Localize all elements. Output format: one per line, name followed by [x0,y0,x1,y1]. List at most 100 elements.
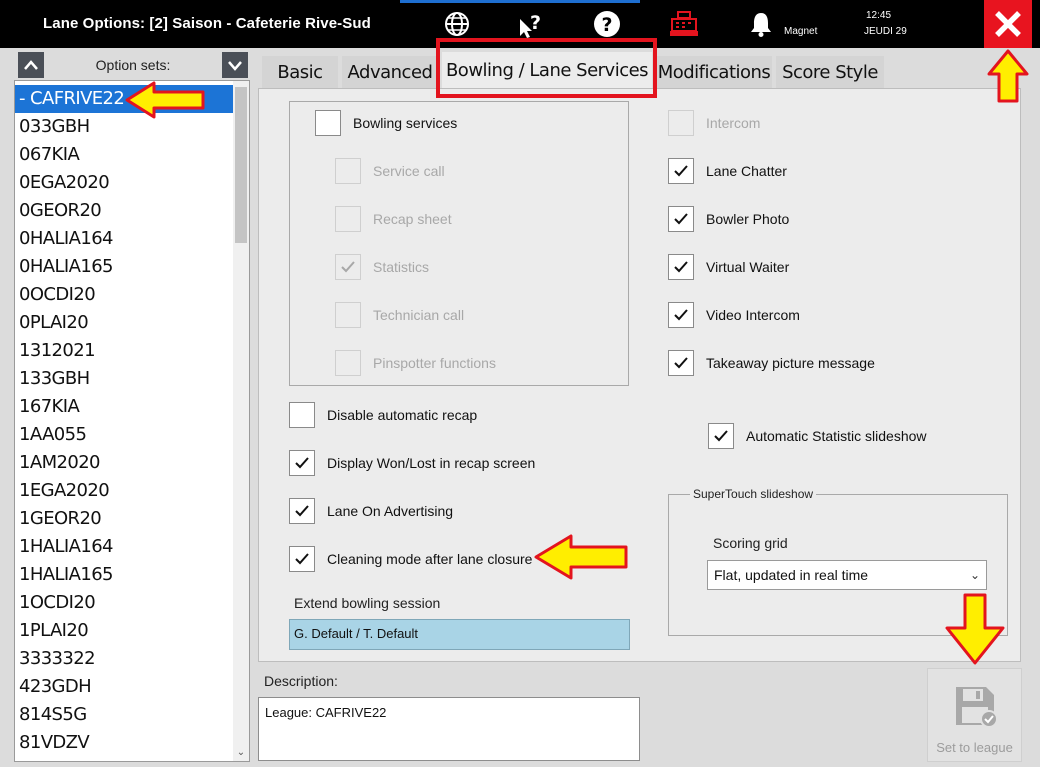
option-set-item[interactable]: 0HALIA165 [15,253,233,281]
disable-auto-recap-label: Disable automatic recap [327,407,478,423]
virtual-waiter-label: Virtual Waiter [706,259,790,275]
list-scrollbar[interactable]: ⌄ [233,81,249,761]
window-title: Lane Options: [2] Saison - Cafeterie Riv… [43,15,371,32]
display-won-lost-checkbox[interactable] [289,450,315,476]
auto-stat-slideshow-checkbox[interactable] [708,423,734,449]
option-set-item[interactable]: 0EGA2020 [15,169,233,197]
scroll-down-button[interactable] [222,52,248,78]
option-set-item[interactable]: 0HALIA164 [15,225,233,253]
scoring-grid-select[interactable]: Flat, updated in real time ⌄ [707,560,987,590]
option-sets-list[interactable]: - CAFRIVE22 033GBH 067KIA 0EGA2020 0GEOR20 0H… [14,80,250,762]
takeaway-picture-option[interactable]: Takeaway picture message [668,350,875,376]
scoring-grid-label: Scoring grid [713,535,788,551]
intercom-option: Intercom [668,110,760,136]
bell-icon[interactable] [746,9,776,39]
svg-text:?: ? [530,12,541,34]
option-sets-label: Option sets: [95,57,171,73]
chevron-up-icon [24,60,38,70]
option-set-item[interactable]: 1AA055 [15,421,233,449]
option-set-item[interactable]: 167KIA [15,393,233,421]
service-call-checkbox [335,158,361,184]
checkmark-icon [295,553,309,565]
help-icon[interactable]: ? [592,9,622,39]
technician-call-checkbox [335,302,361,328]
cash-register-icon[interactable] [669,9,699,39]
bowling-services-label: Bowling services [353,115,458,131]
option-set-item[interactable]: 423GDH [15,673,233,701]
recap-sheet-checkbox [335,206,361,232]
virtual-waiter-checkbox[interactable] [668,254,694,280]
tab-modifications[interactable]: Modifications [656,56,772,88]
disable-auto-recap-option[interactable]: Disable automatic recap [289,402,477,428]
disable-auto-recap-checkbox[interactable] [289,402,315,428]
technician-call-option: Technician call [335,302,464,328]
set-to-league-label: Set to league [936,740,1013,755]
extend-session-field[interactable]: G. Default / T. Default [289,619,630,650]
option-set-item[interactable]: 067KIA [15,141,233,169]
left-arrow-annotation-icon [534,534,628,580]
bowling-services-checkbox[interactable] [315,110,341,136]
clock-time: 12:45 [866,10,892,21]
option-set-item[interactable]: 1OCDI20 [15,589,233,617]
cleaning-mode-checkbox[interactable] [289,546,315,572]
bowler-photo-option[interactable]: Bowler Photo [668,206,789,232]
takeaway-picture-checkbox[interactable] [668,350,694,376]
lane-chatter-option[interactable]: Lane Chatter [668,158,787,184]
tab-advanced[interactable]: Advanced [342,56,438,88]
globe-icon[interactable] [442,9,472,39]
option-set-item[interactable]: 0OCDI20 [15,281,233,309]
option-set-item[interactable]: 814S5G [15,701,233,729]
display-won-lost-label: Display Won/Lost in recap screen [327,455,536,471]
statistics-label: Statistics [373,259,430,275]
list-scroll-thumb[interactable] [235,87,247,243]
video-intercom-option[interactable]: Video Intercom [668,302,800,328]
bowling-services-option[interactable]: Bowling services [315,110,457,136]
video-intercom-checkbox[interactable] [668,302,694,328]
pinspotter-functions-label: Pinspotter functions [373,355,496,371]
close-icon [995,11,1021,37]
bowler-photo-checkbox[interactable] [668,206,694,232]
option-set-item[interactable]: 1EGA2020 [15,477,233,505]
option-set-item[interactable]: 81VDZV [15,729,233,757]
auto-stat-slideshow-option[interactable]: Automatic Statistic slideshow [708,423,927,449]
lane-on-advertising-option[interactable]: Lane On Advertising [289,498,453,524]
checkmark-icon [674,165,688,177]
lane-on-advertising-checkbox[interactable] [289,498,315,524]
cleaning-mode-option[interactable]: Cleaning mode after lane closure [289,546,532,572]
option-set-item[interactable]: 1GEOR20 [15,505,233,533]
lane-chatter-checkbox[interactable] [668,158,694,184]
scroll-up-button[interactable] [18,52,44,78]
checkmark-icon [714,430,728,442]
video-intercom-label: Video Intercom [706,307,800,323]
option-set-item[interactable]: 1AM2020 [15,449,233,477]
close-button[interactable] [984,0,1032,48]
bowler-photo-label: Bowler Photo [706,211,790,227]
lane-chatter-label: Lane Chatter [706,163,787,179]
option-set-item[interactable]: 0GEOR20 [15,197,233,225]
scroll-down-arrow-icon[interactable]: ⌄ [235,747,247,759]
option-sets-header: Option sets: [18,52,248,78]
display-won-lost-option[interactable]: Display Won/Lost in recap screen [289,450,535,476]
option-set-item[interactable]: 3333322 [15,645,233,673]
save-icon [956,687,998,728]
tab-basic[interactable]: Basic [262,56,338,88]
option-set-item[interactable]: 1PLAI20 [15,617,233,645]
set-to-league-button[interactable]: Set to league [927,668,1022,762]
option-set-item[interactable]: 1HALIA164 [15,533,233,561]
description-field[interactable]: League: CAFRIVE22 [258,697,640,761]
service-call-option: Service call [335,158,445,184]
statistics-option: Statistics [335,254,429,280]
option-set-item[interactable]: 133GBH [15,365,233,393]
technician-call-label: Technician call [373,307,465,323]
option-set-item[interactable]: 1312021 [15,337,233,365]
virtual-waiter-option[interactable]: Virtual Waiter [668,254,789,280]
checkmark-icon [674,213,688,225]
option-set-item[interactable]: 1HALIA165 [15,561,233,589]
recap-sheet-option: Recap sheet [335,206,452,232]
option-set-item[interactable]: 0PLAI20 [15,309,233,337]
up-arrow-annotation-icon [987,49,1029,103]
tab-score-style[interactable]: Score Style [776,56,884,88]
scoring-grid-value: Flat, updated in real time [714,567,869,583]
supertouch-legend: SuperTouch slideshow [690,487,817,501]
help-pointer-icon[interactable]: ? [516,9,546,39]
